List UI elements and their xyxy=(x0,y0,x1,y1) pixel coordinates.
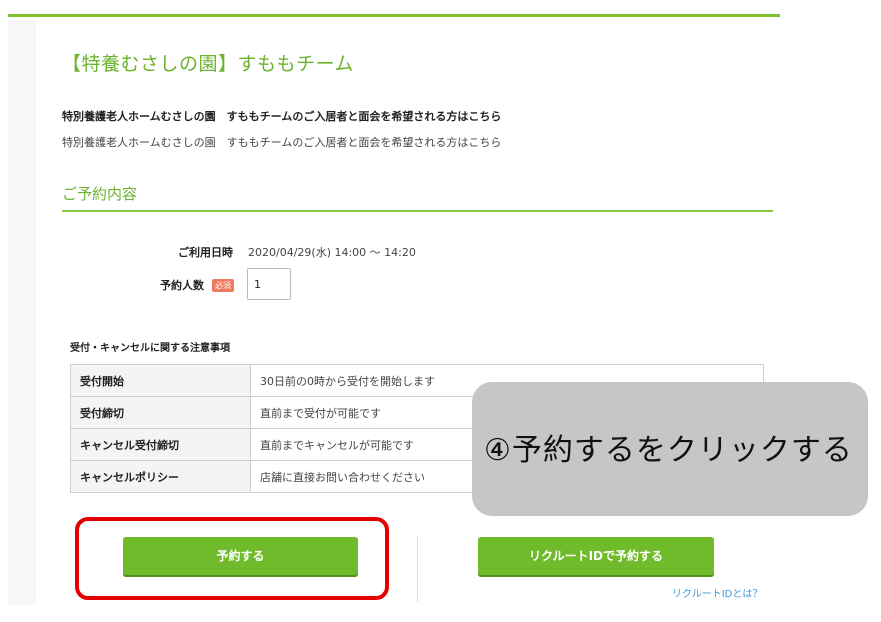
description: 特別養護老人ホームむさしの園 すももチームのご入居者と面会を希望される方はこちら xyxy=(62,136,502,149)
required-badge: 必須 xyxy=(212,279,234,292)
notes-title: 受付・キャンセルに関する注意事項 xyxy=(70,343,230,354)
notes-label: 受付締切 xyxy=(70,396,251,429)
datetime-label: ご利用日時 xyxy=(178,246,233,259)
recruit-id-reserve-button[interactable]: リクルートIDで予約する xyxy=(478,537,714,575)
top-accent-line xyxy=(8,14,780,17)
left-gutter xyxy=(8,20,36,605)
page-title: 【特養むさしの園】すももチーム xyxy=(62,53,354,75)
description-bold: 特別養護老人ホームむさしの園 すももチームのご入居者と面会を希望される方はこちら xyxy=(62,110,502,123)
notes-label: 受付開始 xyxy=(70,364,251,397)
highlight-box xyxy=(75,517,389,600)
section-title-reservation: ご予約内容 xyxy=(62,185,138,203)
datetime-value: 2020/04/29(水) 14:00 ～ 14:20 xyxy=(248,246,416,259)
people-count-input[interactable] xyxy=(247,268,291,300)
instruction-text: ④予約するをクリックする xyxy=(484,433,853,468)
recruit-id-info-link[interactable]: リクルートIDとは？ xyxy=(672,585,762,600)
button-divider xyxy=(417,536,418,602)
notes-label: キャンセルポリシー xyxy=(70,460,251,493)
notes-label: キャンセル受付締切 xyxy=(70,428,251,461)
people-label: 予約人数 xyxy=(160,279,204,292)
section-divider xyxy=(62,210,773,212)
